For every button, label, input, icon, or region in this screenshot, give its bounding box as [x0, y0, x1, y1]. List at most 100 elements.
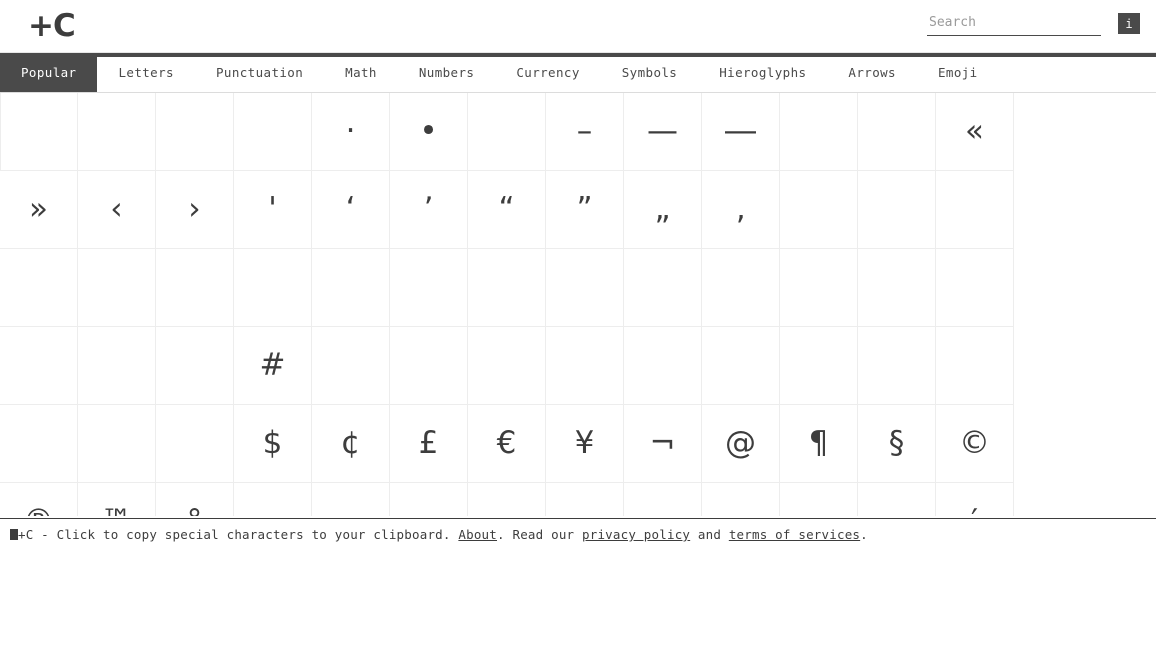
char-cell[interactable]: ·	[858, 483, 936, 516]
char-cell-blank[interactable]	[390, 249, 468, 327]
char-cell[interactable]: ′	[936, 483, 1014, 516]
char-cell-blank[interactable]	[936, 171, 1014, 249]
char-cell-blank[interactable]	[312, 327, 390, 405]
char-cell-blank[interactable]	[234, 93, 312, 171]
char-cell-blank[interactable]	[546, 249, 624, 327]
char-cell[interactable]: ©	[936, 405, 1014, 483]
privacy-policy-link[interactable]: privacy policy	[582, 527, 690, 542]
tab-numbers[interactable]: Numbers	[398, 53, 495, 92]
search-input[interactable]	[927, 13, 1101, 33]
tab-symbols[interactable]: Symbols	[601, 53, 698, 92]
char-cell-blank[interactable]	[858, 327, 936, 405]
char-cell-blank[interactable]	[858, 93, 936, 171]
tab-punctuation[interactable]: Punctuation	[195, 53, 324, 92]
char-cell-blank[interactable]	[156, 249, 234, 327]
char-cell-blank[interactable]	[468, 327, 546, 405]
char-cell[interactable]: “	[468, 171, 546, 249]
page-footer: +C - Click to copy special characters to…	[0, 518, 1156, 650]
app-header: +C i	[0, 0, 1156, 52]
char-cell-blank[interactable]	[234, 483, 312, 516]
char-cell-blank[interactable]	[546, 327, 624, 405]
info-button[interactable]: i	[1118, 13, 1140, 34]
char-cell[interactable]: ¢	[312, 405, 390, 483]
char-cell-blank[interactable]	[702, 483, 780, 516]
char-cell[interactable]: °	[156, 483, 234, 516]
char-cell-blank[interactable]	[156, 327, 234, 405]
char-cell[interactable]: ·	[780, 483, 858, 516]
about-link[interactable]: About	[458, 527, 497, 542]
character-grid: ·•–—―«»‹›'‘’“”„‚#$¢£€¥¬@¶§©®™°··′	[0, 93, 1014, 516]
char-cell-blank[interactable]	[156, 405, 234, 483]
char-cell-blank[interactable]	[546, 483, 624, 516]
tab-hieroglyphs[interactable]: Hieroglyphs	[698, 53, 827, 92]
char-cell-blank[interactable]	[702, 327, 780, 405]
char-cell-blank[interactable]	[78, 93, 156, 171]
char-cell[interactable]: ‚	[702, 171, 780, 249]
search-field-wrapper[interactable]	[927, 11, 1101, 36]
tab-currency[interactable]: Currency	[495, 53, 600, 92]
char-cell-blank[interactable]	[78, 405, 156, 483]
char-cell[interactable]: ¶	[780, 405, 858, 483]
char-cell-blank[interactable]	[312, 249, 390, 327]
char-cell[interactable]: ‹	[78, 171, 156, 249]
tab-math[interactable]: Math	[324, 53, 398, 92]
char-cell-blank[interactable]	[78, 249, 156, 327]
tab-arrows[interactable]: Arrows	[827, 53, 917, 92]
tab-letters[interactable]: Letters	[97, 53, 194, 92]
char-cell-blank[interactable]	[702, 249, 780, 327]
char-cell[interactable]: ‘	[312, 171, 390, 249]
char-cell-blank[interactable]	[156, 93, 234, 171]
footer-sentence-2: . Read our	[497, 527, 582, 542]
char-cell-blank[interactable]	[390, 483, 468, 516]
char-cell[interactable]: @	[702, 405, 780, 483]
command-key-icon	[10, 529, 18, 540]
char-cell[interactable]: ―	[702, 93, 780, 171]
char-cell[interactable]: $	[234, 405, 312, 483]
terms-of-services-link[interactable]: terms of services	[729, 527, 860, 542]
char-cell[interactable]: ™	[78, 483, 156, 516]
app-logo[interactable]: +C	[28, 10, 76, 42]
char-cell[interactable]: #	[234, 327, 312, 405]
char-cell-blank[interactable]	[468, 483, 546, 516]
char-cell-blank[interactable]	[0, 93, 78, 171]
char-cell-blank[interactable]	[780, 327, 858, 405]
char-cell[interactable]: »	[0, 171, 78, 249]
char-cell[interactable]: ¬	[624, 405, 702, 483]
char-cell[interactable]: –	[546, 93, 624, 171]
tab-emoji[interactable]: Emoji	[917, 53, 999, 92]
char-cell[interactable]: ®	[0, 483, 78, 516]
char-cell-blank[interactable]	[0, 405, 78, 483]
char-cell-blank[interactable]	[78, 327, 156, 405]
char-cell-blank[interactable]	[624, 327, 702, 405]
tab-popular[interactable]: Popular	[0, 53, 98, 92]
char-cell[interactable]: ’	[390, 171, 468, 249]
char-cell-blank[interactable]	[234, 249, 312, 327]
char-cell-blank[interactable]	[0, 327, 78, 405]
char-cell-blank[interactable]	[468, 249, 546, 327]
char-cell[interactable]: ¥	[546, 405, 624, 483]
char-cell[interactable]: ”	[546, 171, 624, 249]
char-cell-blank[interactable]	[624, 483, 702, 516]
char-cell[interactable]: '	[234, 171, 312, 249]
char-cell[interactable]: •	[390, 93, 468, 171]
char-cell[interactable]: «	[936, 93, 1014, 171]
char-cell[interactable]: §	[858, 405, 936, 483]
char-cell[interactable]: ›	[156, 171, 234, 249]
char-cell[interactable]: £	[390, 405, 468, 483]
char-cell-blank[interactable]	[312, 483, 390, 516]
char-cell-blank[interactable]	[780, 171, 858, 249]
char-cell[interactable]: „	[624, 171, 702, 249]
char-cell[interactable]: €	[468, 405, 546, 483]
char-cell-blank[interactable]	[0, 249, 78, 327]
char-cell-blank[interactable]	[468, 93, 546, 171]
char-cell-blank[interactable]	[936, 327, 1014, 405]
char-cell[interactable]: ·	[312, 93, 390, 171]
char-cell-blank[interactable]	[780, 93, 858, 171]
char-cell-blank[interactable]	[624, 249, 702, 327]
char-cell-blank[interactable]	[936, 249, 1014, 327]
char-cell-blank[interactable]	[858, 249, 936, 327]
char-cell-blank[interactable]	[858, 171, 936, 249]
char-cell-blank[interactable]	[780, 249, 858, 327]
char-cell-blank[interactable]	[390, 327, 468, 405]
char-cell[interactable]: —	[624, 93, 702, 171]
